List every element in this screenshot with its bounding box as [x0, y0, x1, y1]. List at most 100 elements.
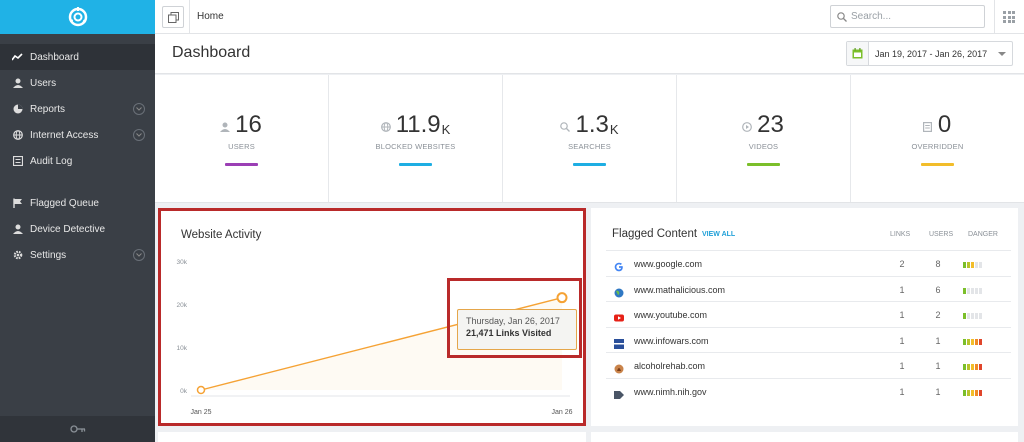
- stat-accent-bar: [399, 163, 432, 166]
- flagged-row[interactable]: www.google.com 2 8: [606, 250, 1011, 275]
- sidebar-item-label: Audit Log: [30, 155, 73, 167]
- sidebar: Dashboard Users Reports Internet Access …: [0, 0, 155, 442]
- flagged-site[interactable]: www.youtube.com: [634, 310, 707, 320]
- sidebar-item-reports[interactable]: Reports: [0, 96, 155, 122]
- flagged-row[interactable]: www.nimh.nih.gov 1 1: [606, 377, 1011, 403]
- flagged-site[interactable]: www.infowars.com: [634, 336, 709, 346]
- date-range-text: Jan 19, 2017 - Jan 26, 2017: [875, 48, 988, 59]
- flagged-row[interactable]: www.youtube.com 1 2: [606, 301, 1011, 326]
- sidebar-item-label: Dashboard: [30, 51, 79, 63]
- sidebar-item-settings[interactable]: Settings: [0, 242, 155, 268]
- rehab-icon: [614, 361, 624, 374]
- globe-icon: [380, 122, 392, 133]
- stats-row: 16 USERS 11.9 K BLOCKED WEBSITES 1.3 K S…: [155, 75, 1024, 203]
- flagged-links-count: 1: [899, 335, 905, 346]
- sidebar-item-flagged-queue[interactable]: Flagged Queue: [0, 190, 155, 216]
- flagged-site[interactable]: www.google.com: [634, 259, 702, 269]
- apps-grid-icon[interactable]: [1003, 11, 1015, 23]
- sidebar-collapse-button[interactable]: [0, 416, 155, 442]
- panel-title: Flagged Content: [612, 228, 698, 240]
- stat-overridden[interactable]: 0 OVERRIDDEN: [851, 75, 1024, 202]
- stat-searches[interactable]: 1.3 K SEARCHES: [503, 75, 677, 202]
- flagged-row[interactable]: www.infowars.com 1 1: [606, 326, 1011, 352]
- document-icon: [922, 122, 934, 133]
- sidebar-item-label: Reports: [30, 103, 66, 115]
- stat-label: BLOCKED WEBSITES: [375, 142, 456, 151]
- stat-label: OVERRIDDEN: [911, 142, 964, 151]
- stat-label: VIDEOS: [748, 142, 779, 151]
- stat-label: SEARCHES: [568, 142, 611, 151]
- globe-icon: [614, 285, 624, 297]
- stat-accent-bar: [573, 163, 606, 166]
- flagged-links-count: 1: [899, 284, 905, 295]
- stat-videos[interactable]: 23 VIDEOS: [677, 75, 851, 202]
- nih-icon: [614, 387, 624, 399]
- sidebar-item-internet-access[interactable]: Internet Access: [0, 122, 155, 148]
- nav-divider: [0, 174, 155, 190]
- search-box[interactable]: [830, 5, 985, 28]
- sidebar-item-audit-log[interactable]: Audit Log: [0, 148, 155, 174]
- globe-icon: [12, 130, 23, 141]
- tooltip-value: 21,471 Links Visited: [466, 328, 568, 338]
- panel-bottom: [158, 432, 586, 442]
- search-icon: [837, 11, 847, 22]
- window-toggle-button[interactable]: [162, 6, 184, 28]
- user-icon: [12, 224, 23, 235]
- flagged-site[interactable]: alcoholrehab.com: [634, 361, 705, 371]
- calendar-icon: [847, 42, 869, 65]
- google-icon: [614, 259, 624, 272]
- flagged-users-count: 1: [935, 361, 941, 371]
- pie-chart-icon: [12, 104, 23, 115]
- activity-icon: [12, 52, 23, 63]
- flagged-links-count: 2: [899, 259, 905, 269]
- stat-accent-bar: [747, 163, 780, 166]
- flagged-site[interactable]: www.mathalicious.com: [634, 285, 725, 295]
- play-icon: [742, 122, 753, 133]
- danger-meter: [963, 262, 983, 268]
- stat-users[interactable]: 16 USERS: [155, 75, 329, 202]
- flag-icon: [12, 198, 23, 209]
- chart-tooltip: Thursday, Jan 26, 2017 21,471 Links Visi…: [457, 309, 577, 350]
- stat-value: 11.9: [395, 111, 441, 138]
- stat-value: 0: [937, 111, 952, 138]
- flagged-users-count: 1: [935, 386, 941, 397]
- search-icon: [560, 122, 571, 133]
- flagged-site[interactable]: www.nimh.nih.gov: [634, 387, 707, 397]
- stat-accent-bar: [921, 163, 954, 166]
- logo[interactable]: [0, 0, 155, 34]
- breadcrumb[interactable]: Home: [197, 11, 224, 22]
- page-header: Dashboard Jan 19, 2017 - Jan 26, 2017: [155, 34, 1024, 74]
- divider: [189, 0, 190, 34]
- date-range-picker[interactable]: Jan 19, 2017 - Jan 26, 2017: [846, 41, 1013, 66]
- sidebar-item-device-detective[interactable]: Device Detective: [0, 216, 155, 242]
- flagged-users-count: 2: [935, 310, 941, 320]
- chevron-down-icon[interactable]: [133, 129, 145, 141]
- panel-title: Website Activity: [181, 229, 262, 241]
- stat-suffix: K: [609, 122, 619, 137]
- danger-meter: [963, 364, 983, 370]
- sidebar-nav: Dashboard Users Reports Internet Access …: [0, 34, 155, 268]
- stat-accent-bar: [225, 163, 258, 166]
- logo-icon: [68, 7, 87, 27]
- stat-value: 1.3: [575, 111, 609, 138]
- sidebar-item-users[interactable]: Users: [0, 70, 155, 96]
- search-input[interactable]: [851, 11, 971, 22]
- flagged-row[interactable]: www.mathalicious.com 1 6: [606, 275, 1011, 301]
- view-all-link[interactable]: VIEW ALL: [702, 231, 735, 238]
- column-header-links: LINKS: [890, 231, 911, 238]
- chevron-down-icon[interactable]: [133, 103, 145, 115]
- page-title: Dashboard: [172, 44, 251, 61]
- topbar: Home: [155, 0, 1024, 34]
- stat-value: 23: [757, 111, 784, 138]
- chevron-down-icon[interactable]: [133, 249, 145, 261]
- flagged-row[interactable]: alcoholrehab.com 1 1: [606, 352, 1011, 377]
- danger-meter: [963, 389, 983, 396]
- flagged-content-panel: Flagged Content VIEW ALL LINKS USERS DAN…: [591, 208, 1018, 426]
- gear-icon: [12, 250, 23, 261]
- youtube-icon: [614, 310, 624, 322]
- tooltip-value-text: 21,471 Links Visited: [466, 328, 552, 338]
- stat-blocked-websites[interactable]: 11.9 K BLOCKED WEBSITES: [329, 75, 503, 202]
- sidebar-item-dashboard[interactable]: Dashboard: [0, 44, 155, 70]
- column-header-users: USERS: [929, 231, 954, 238]
- danger-meter: [963, 338, 983, 345]
